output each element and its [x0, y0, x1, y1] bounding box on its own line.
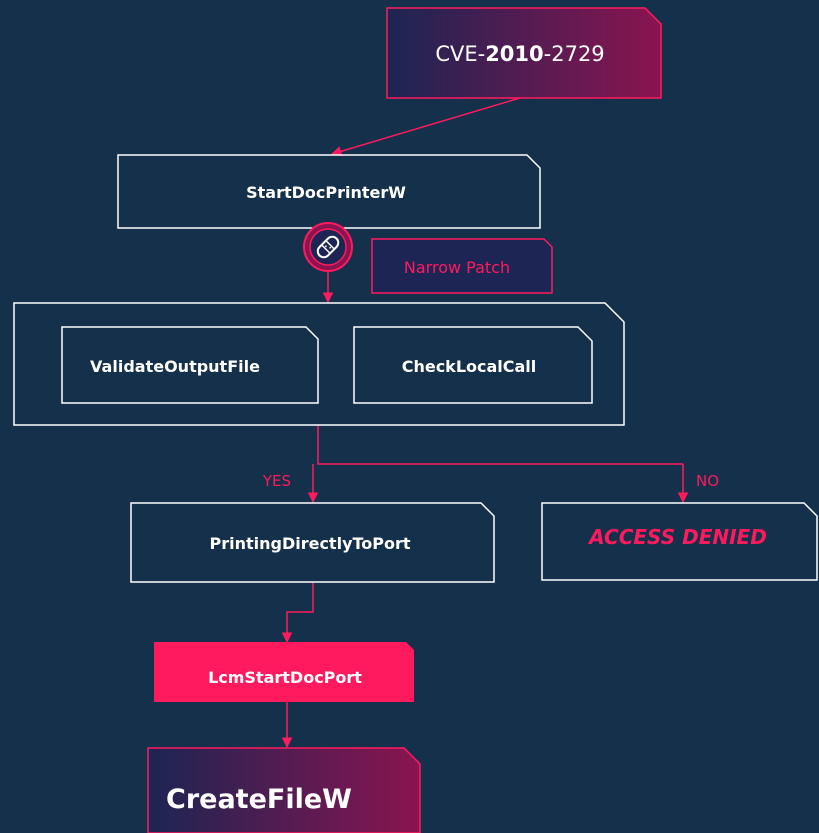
checks-container: ValidateOutputFile CheckLocalCall [13, 302, 625, 426]
arrow-port-to-lcm [281, 582, 314, 644]
access-denied-node: ACCESS DENIED [541, 502, 818, 581]
lcm-start-doc-port-label: LcmStartDocPort [208, 668, 362, 687]
arrow-cve-to-startdoc [330, 97, 521, 157]
cve-label: CVE-2010-2729 [435, 42, 604, 66]
access-denied-label: ACCESS DENIED [587, 525, 767, 549]
flow-diagram: CVE-2010-2729 StartDocPrinterW Narrow Pa… [13, 7, 818, 833]
branch-split-line [317, 425, 683, 465]
create-file-node: CreateFileW [147, 747, 421, 833]
validate-output-file-label: ValidateOutputFile [90, 357, 260, 376]
narrow-patch-label: Narrow Patch [404, 258, 510, 277]
lcm-start-doc-port-node: LcmStartDocPort [154, 642, 414, 702]
narrow-patch-callout: Narrow Patch [371, 238, 553, 294]
no-branch-label: NO [696, 472, 719, 490]
check-local-call-label: CheckLocalCall [402, 357, 537, 376]
bandage-icon [303, 222, 353, 272]
cve-box: CVE-2010-2729 [386, 7, 662, 99]
printing-directly-to-port-node: PrintingDirectlyToPort [130, 502, 495, 583]
yes-branch-label: YES [262, 472, 291, 490]
printing-directly-to-port-label: PrintingDirectlyToPort [209, 534, 410, 553]
create-file-label: CreateFileW [166, 784, 352, 815]
start-doc-printer-node: StartDocPrinterW [117, 154, 541, 229]
start-doc-printer-label: StartDocPrinterW [246, 183, 406, 202]
